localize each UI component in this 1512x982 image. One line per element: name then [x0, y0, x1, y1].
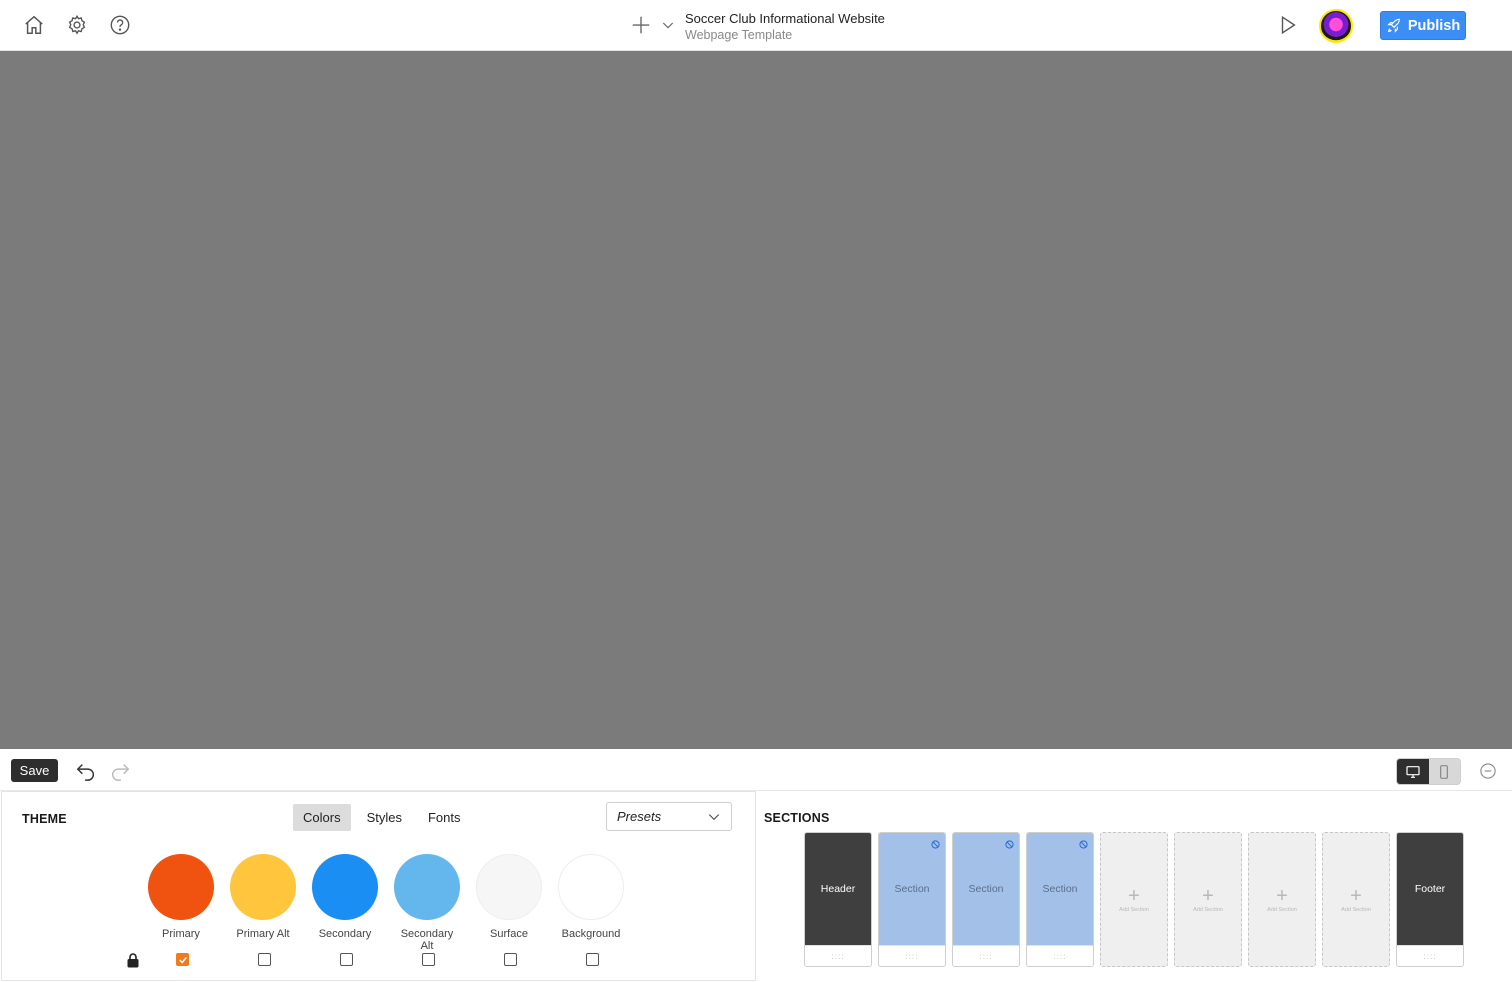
- plus-icon: +: [1276, 884, 1288, 907]
- mobile-icon: [1440, 764, 1449, 779]
- desktop-view-button[interactable]: [1397, 759, 1429, 784]
- gear-icon[interactable]: [65, 13, 89, 37]
- add-section-slot[interactable]: + Add Section: [1322, 832, 1390, 967]
- avatar[interactable]: [1319, 9, 1353, 43]
- swatch-circle[interactable]: [394, 854, 460, 920]
- tab-colors[interactable]: Colors: [293, 804, 351, 831]
- swatch-primary-alt[interactable]: Primary Alt: [230, 854, 296, 952]
- swatch-secondary[interactable]: Secondary: [312, 854, 378, 952]
- plus-icon[interactable]: [630, 14, 652, 36]
- project-title-block: Soccer Club Informational Website Webpag…: [685, 11, 885, 43]
- section-card-label: Section: [894, 883, 930, 896]
- section-card[interactable]: Section ::::: [1026, 832, 1094, 967]
- page-canvas[interactable]: [0, 51, 1512, 749]
- section-card-label: Header: [820, 883, 856, 896]
- plus-icon: +: [1350, 884, 1362, 907]
- swatch-circle[interactable]: [558, 854, 624, 920]
- save-button[interactable]: Save: [11, 759, 58, 782]
- hidden-icon[interactable]: [1005, 840, 1014, 849]
- presets-dropdown[interactable]: Presets: [606, 802, 732, 831]
- project-title: Soccer Club Informational Website: [685, 11, 885, 26]
- section-card-label: Section: [968, 883, 1004, 896]
- rocket-icon: [1387, 18, 1400, 33]
- lock-icon[interactable]: [126, 952, 140, 968]
- checkbox-background[interactable]: [586, 953, 599, 966]
- play-icon[interactable]: [1276, 13, 1300, 37]
- drag-handle[interactable]: ::::: [879, 945, 945, 966]
- swatch-label: Primary Alt: [236, 928, 290, 940]
- add-section-label: Add Section: [1193, 906, 1223, 913]
- swatch-label: Primary: [162, 928, 200, 940]
- swatch-label: Secondary: [318, 928, 372, 940]
- redo-icon[interactable]: [108, 760, 132, 782]
- project-subtitle: Webpage Template: [685, 28, 793, 42]
- tab-fonts[interactable]: Fonts: [418, 804, 471, 831]
- presets-label: Presets: [617, 809, 662, 824]
- section-card[interactable]: Section ::::: [878, 832, 946, 967]
- checkbox-primary[interactable]: [176, 953, 189, 966]
- theme-tabs: Colors Styles Fonts: [293, 804, 471, 831]
- section-list: Header :::: Section :::: Section :::: Se…: [804, 832, 1464, 967]
- desktop-icon: [1406, 765, 1420, 778]
- add-section-slot[interactable]: + Add Section: [1100, 832, 1168, 967]
- color-swatches: Primary Primary Alt Secondary Secondary …: [148, 854, 624, 952]
- home-icon[interactable]: [22, 13, 46, 37]
- publish-button[interactable]: Publish: [1380, 11, 1466, 40]
- swatch-circle[interactable]: [148, 854, 214, 920]
- swatch-lock-row: [126, 952, 606, 968]
- section-card-header[interactable]: Header ::::: [804, 832, 872, 967]
- swatch-label: Secondary Alt: [400, 928, 454, 952]
- help-icon[interactable]: [108, 13, 132, 37]
- add-page-control[interactable]: [630, 14, 676, 36]
- checkbox-secondary[interactable]: [340, 953, 353, 966]
- drag-handle[interactable]: ::::: [805, 945, 871, 966]
- theme-panel: THEME Colors Styles Fonts Presets Primar…: [1, 791, 756, 981]
- add-section-slot[interactable]: + Add Section: [1174, 832, 1242, 967]
- swatch-circle[interactable]: [230, 854, 296, 920]
- drag-handle[interactable]: ::::: [1397, 945, 1463, 966]
- section-card-footer[interactable]: Footer ::::: [1396, 832, 1464, 967]
- chevron-down-icon: [708, 813, 720, 820]
- top-bar: Soccer Club Informational Website Webpag…: [0, 0, 1512, 51]
- swatch-circle[interactable]: [312, 854, 378, 920]
- section-card-label: Footer: [1414, 883, 1446, 896]
- section-card[interactable]: Section ::::: [952, 832, 1020, 967]
- mobile-view-button[interactable]: [1429, 759, 1461, 784]
- section-card-label: Section: [1042, 883, 1078, 896]
- add-section-slot[interactable]: + Add Section: [1248, 832, 1316, 967]
- checkbox-primary-alt[interactable]: [258, 953, 271, 966]
- swatch-surface[interactable]: Surface: [476, 854, 542, 952]
- checkbox-secondary-alt[interactable]: [422, 953, 435, 966]
- editor-toolbar: Save: [0, 749, 1512, 791]
- sections-title: SECTIONS: [764, 811, 830, 825]
- tab-styles[interactable]: Styles: [357, 804, 412, 831]
- swatch-secondary-alt[interactable]: Secondary Alt: [394, 854, 460, 952]
- add-section-label: Add Section: [1341, 906, 1371, 913]
- add-section-label: Add Section: [1267, 906, 1297, 913]
- plus-icon: +: [1128, 884, 1140, 907]
- device-toggle[interactable]: [1396, 758, 1461, 785]
- swatch-circle[interactable]: [476, 854, 542, 920]
- swatch-primary[interactable]: Primary: [148, 854, 214, 952]
- swatch-label: Surface: [490, 928, 528, 940]
- chevron-down-icon[interactable]: [660, 17, 676, 33]
- publish-label: Publish: [1407, 17, 1461, 34]
- swatch-background[interactable]: Background: [558, 854, 624, 952]
- sections-panel: SECTIONS Header :::: Section :::: Sectio…: [756, 791, 1512, 982]
- add-section-label: Add Section: [1119, 906, 1149, 913]
- checkbox-surface[interactable]: [504, 953, 517, 966]
- theme-title: THEME: [22, 812, 67, 826]
- collapse-panel-icon[interactable]: [1479, 762, 1497, 780]
- check-icon: [178, 956, 187, 964]
- hidden-icon[interactable]: [931, 840, 940, 849]
- drag-handle[interactable]: ::::: [953, 945, 1019, 966]
- swatch-label: Background: [561, 928, 621, 940]
- hidden-icon[interactable]: [1079, 840, 1088, 849]
- undo-icon[interactable]: [74, 760, 98, 782]
- plus-icon: +: [1202, 884, 1214, 907]
- drag-handle[interactable]: ::::: [1027, 945, 1093, 966]
